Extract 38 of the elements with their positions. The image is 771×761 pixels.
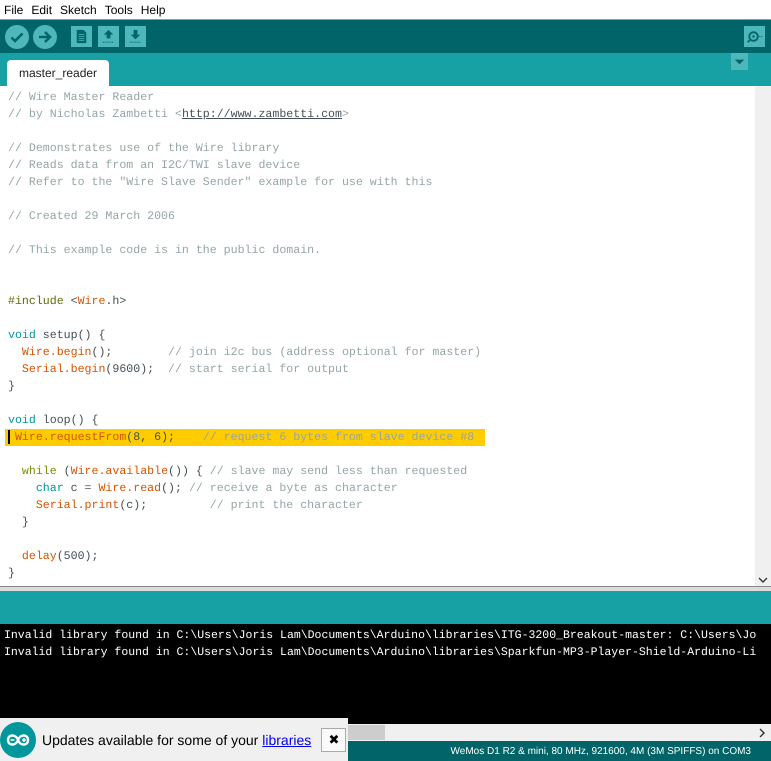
libraries-link[interactable]: libraries	[262, 732, 312, 748]
code-line: Wire.begin(); // join i2c bus (address optional for master)	[20, 345, 482, 361]
dropdown-caret-icon[interactable]	[731, 53, 748, 70]
menu-item[interactable]: Edit	[31, 2, 52, 16]
code-line: }	[8, 566, 16, 582]
console-line: Invalid library found in C:\Users\Joris Lam\Documents\Arduino\libraries\Sparkfun-MP3-Player-Shield-Arduino-Li	[4, 645, 758, 661]
board-status: WeMos D1 R2 & mini, 80 MHz, 921600, 4M (3M SPIFFS) on COM3	[450, 746, 751, 756]
code-line: // Created 29 March 2006	[8, 209, 176, 225]
menu-item[interactable]: Sketch	[60, 2, 97, 16]
code-line: Serial.print(c); // print the character	[34, 498, 364, 514]
code-line: // Demonstrates use of the Wire library	[8, 141, 280, 157]
code-line: while (Wire.available()) { // slave may send less than requested	[20, 464, 468, 480]
vertical-scrollbar[interactable]	[755, 86, 771, 586]
verify-check-icon[interactable]	[5, 24, 29, 48]
code-line: // Reads data from an I2C/TWI slave device	[8, 158, 302, 174]
code-line: char c = Wire.read(); // receive a byte as character	[34, 481, 399, 497]
infinity-logo-icon	[0, 722, 36, 758]
new-file-icon[interactable]	[71, 26, 92, 47]
code-line: delay(500);	[20, 549, 100, 565]
menu-item[interactable]: File	[4, 2, 24, 16]
scrollbar-thumb[interactable]	[348, 725, 385, 740]
code-line: // This example code is in the public domain.	[8, 243, 322, 259]
notification-text: Updates available for some of your libraries	[42, 732, 312, 748]
console-line: Invalid library found in C:\Users\Joris Lam\Documents\Arduino\libraries\ITG-3200_Breakout-master: C:\Users\Jo	[4, 628, 758, 644]
sketch-tab[interactable]: master_reader	[7, 60, 110, 86]
menu-item[interactable]: Tools	[104, 2, 133, 16]
code-line: #include <Wire.h>	[8, 294, 128, 310]
menu-item[interactable]: Help	[140, 2, 166, 16]
code-line: // Refer to the "Wire Slave Sender" example for use with this	[8, 175, 434, 191]
code-line: // by Nicholas Zambetti <http://www.zambetti.com>	[8, 107, 350, 123]
code-line: void setup() {	[8, 328, 106, 344]
code-line: }	[8, 379, 16, 395]
close-button[interactable]: ✖	[321, 728, 346, 752]
code-line: }	[20, 515, 30, 531]
code-line: void loop() {	[8, 413, 100, 429]
code-line: Serial.begin(9600); // start serial for output	[20, 362, 350, 378]
code-line: // Wire Master Reader	[8, 90, 156, 106]
magnifier-icon[interactable]	[744, 26, 765, 47]
